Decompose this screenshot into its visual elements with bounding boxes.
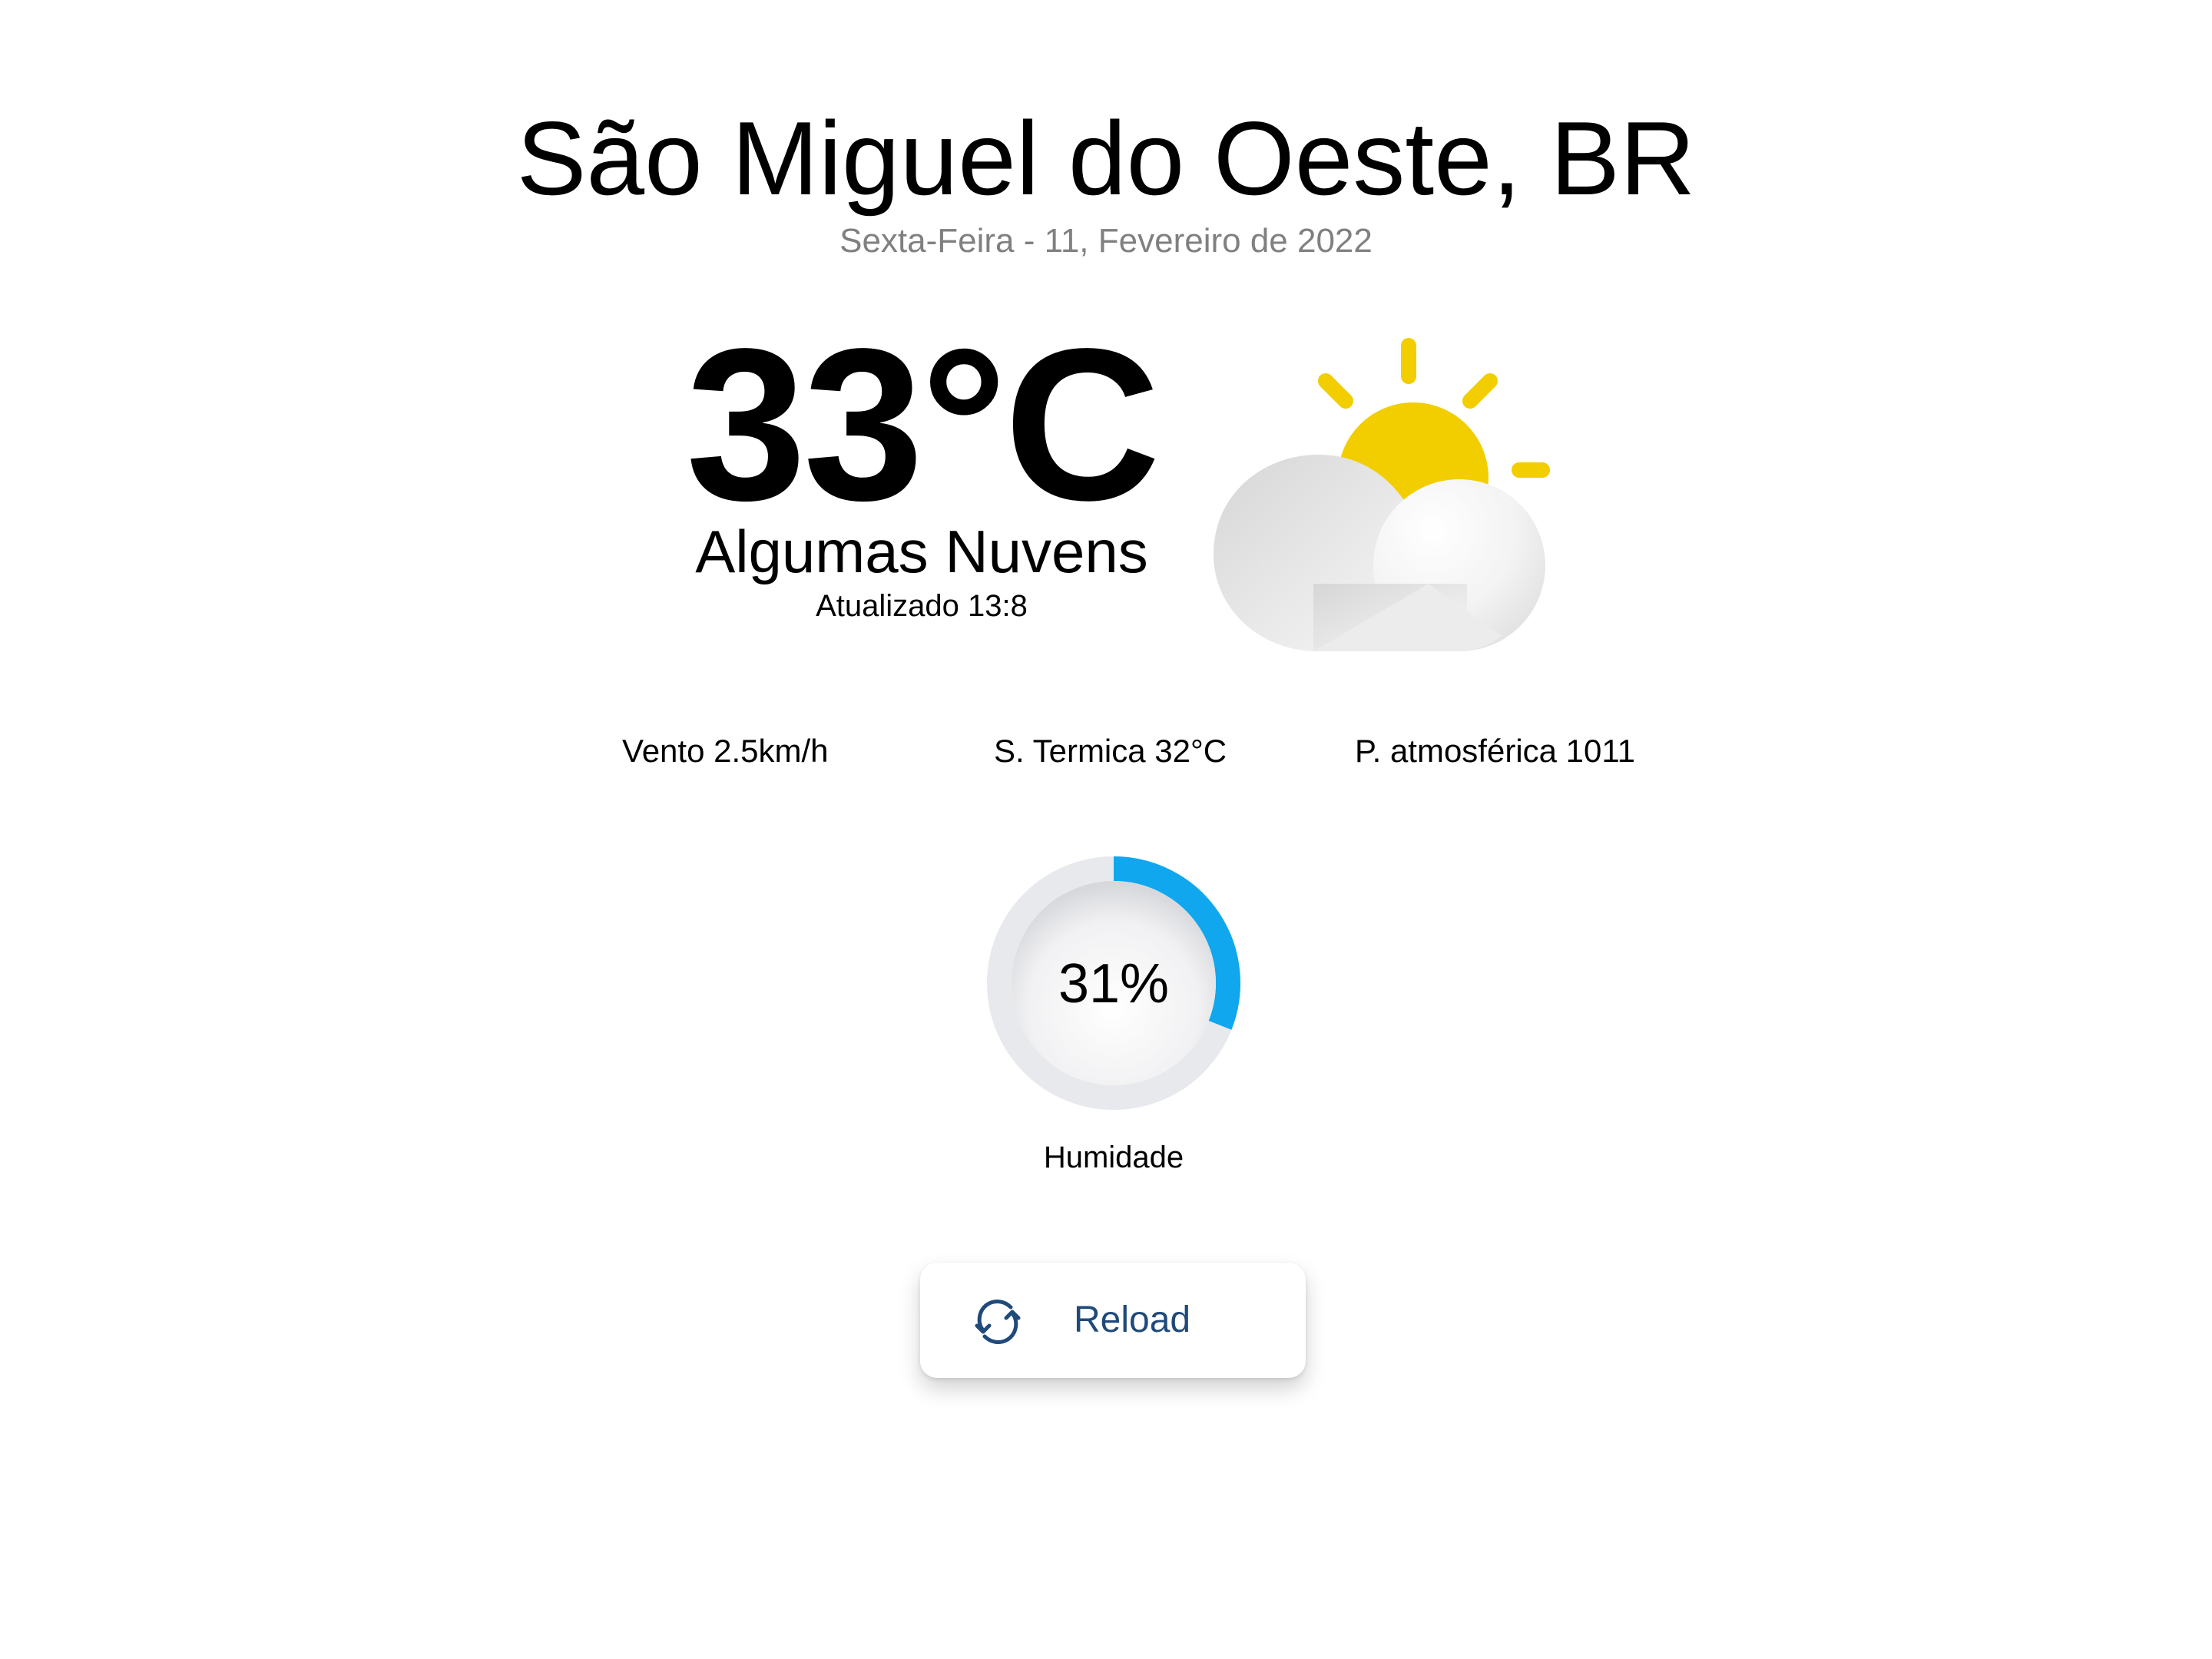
sun-behind-cloud-icon [1214, 338, 1550, 651]
weather-description: Algumas Nuvens [695, 518, 1148, 585]
wind-stat: Vento 2.5km/h [622, 733, 829, 769]
humidity-value: 31% [1058, 953, 1170, 1015]
humidity-label: Humidade [1043, 1141, 1184, 1174]
temperature-value: 33°C [685, 303, 1161, 545]
feels-like-stat: S. Termica 32°C [994, 733, 1227, 769]
pressure-stat: P. atmosférica 1011 [1355, 733, 1635, 769]
reload-button[interactable]: Reload [920, 1263, 1306, 1378]
reload-label: Reload [1074, 1300, 1191, 1340]
refresh-icon [975, 1300, 1021, 1344]
updated-time: Atualizado 13:8 [816, 589, 1028, 623]
city-title: São Miguel do Oeste, BR [516, 100, 1696, 217]
date-subtitle: Sexta-Feira - 11, Fevereiro de 2022 [839, 222, 1373, 260]
